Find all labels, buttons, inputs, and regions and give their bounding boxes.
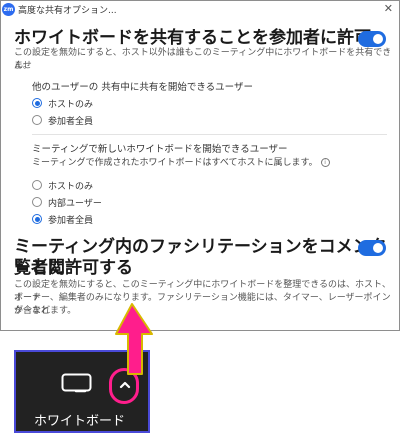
whiteboard-share-heading: ホワイトボードを共有することを参加者に許可 (14, 28, 371, 48)
facilitation-heading-2: 覧者に許可する (14, 258, 133, 278)
radio-new-internal-users[interactable]: 内部ユーザー (32, 195, 102, 209)
advanced-sharing-dialog: zm 高度な共有オプション... ✕ ホワイトボードを共有することを参加者に許可… (0, 0, 400, 331)
subtitle-text: ミーティングで作成されたホワイトボードはすべてホストに属します。 (32, 158, 318, 168)
facilitation-description-3: が含まれます。 (14, 306, 77, 316)
radio-new-host-only[interactable]: ホストのみ (32, 178, 93, 192)
window-title: 高度な共有オプション... (18, 6, 117, 16)
whiteboard-share-toggle[interactable] (358, 31, 386, 47)
radio-share-host-only[interactable]: ホストのみ (32, 96, 93, 110)
radio-button[interactable] (32, 214, 42, 224)
radio-label: 参加者全員 (48, 215, 94, 226)
new-whiteboard-group-title: ミーティングで新しいホワイトボードを開始できるユーザー (32, 144, 288, 155)
radio-button[interactable] (32, 180, 42, 190)
radio-new-all-participants[interactable]: 参加者全員 (32, 212, 93, 226)
radio-share-all-participants[interactable]: 参加者全員 (32, 113, 93, 127)
whiteboard-label: ホワイトボード (34, 414, 126, 429)
radio-button[interactable] (32, 98, 42, 108)
divider (32, 134, 387, 135)
zoom-app-icon: zm (2, 3, 15, 16)
facilitation-toggle[interactable] (358, 240, 386, 256)
whiteboard-share-description-1: この設定を無効にすると、ホスト以外は誰もこのミーティング中にホワイトボードを共有… (14, 48, 392, 71)
share-permission-group-title: 他のユーザーの 共有中に共有を開始できるユーザー (32, 82, 253, 93)
new-whiteboard-group-subtitle: ミーティングで作成されたホワイトボードはすべてホストに属します。 i (32, 155, 330, 168)
radio-button[interactable] (32, 197, 42, 207)
close-button[interactable]: ✕ (384, 2, 393, 16)
whiteboard-icon (61, 373, 92, 393)
info-icon[interactable]: i (320, 158, 330, 167)
radio-label: 内部ユーザー (48, 198, 102, 209)
whiteboard-share-description-2: ん。 (14, 61, 33, 71)
radio-label: 参加者全員 (48, 116, 94, 127)
radio-label: ホストのみ (48, 99, 94, 110)
radio-label: ホストのみ (48, 181, 94, 192)
title-bar: zm 高度な共有オプション... ✕ (1, 1, 399, 17)
annotation-arrow-icon (115, 303, 153, 375)
chevron-up-icon (119, 381, 131, 389)
radio-button[interactable] (32, 115, 42, 125)
